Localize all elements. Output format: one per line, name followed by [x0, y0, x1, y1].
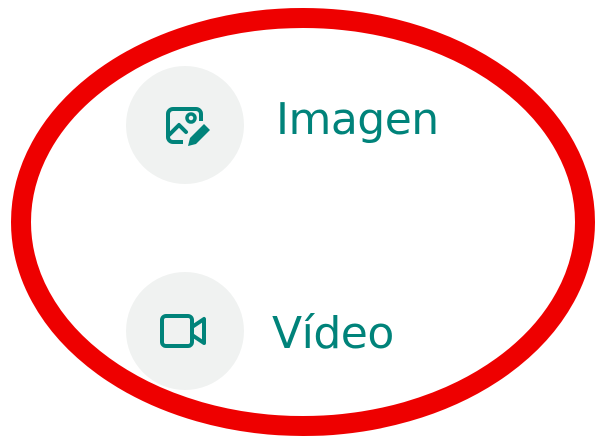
video-icon-button[interactable] [126, 272, 244, 390]
video-option-label: Vídeo [272, 307, 394, 359]
attachment-menu: Imagen Vídeo [0, 0, 598, 436]
image-option-label: Imagen [276, 93, 439, 145]
video-option[interactable]: Vídeo [126, 272, 394, 390]
image-icon-button[interactable] [126, 66, 244, 184]
image-option[interactable]: Imagen [126, 66, 439, 184]
image-edit-icon [166, 107, 210, 146]
video-camera-icon [160, 314, 206, 348]
